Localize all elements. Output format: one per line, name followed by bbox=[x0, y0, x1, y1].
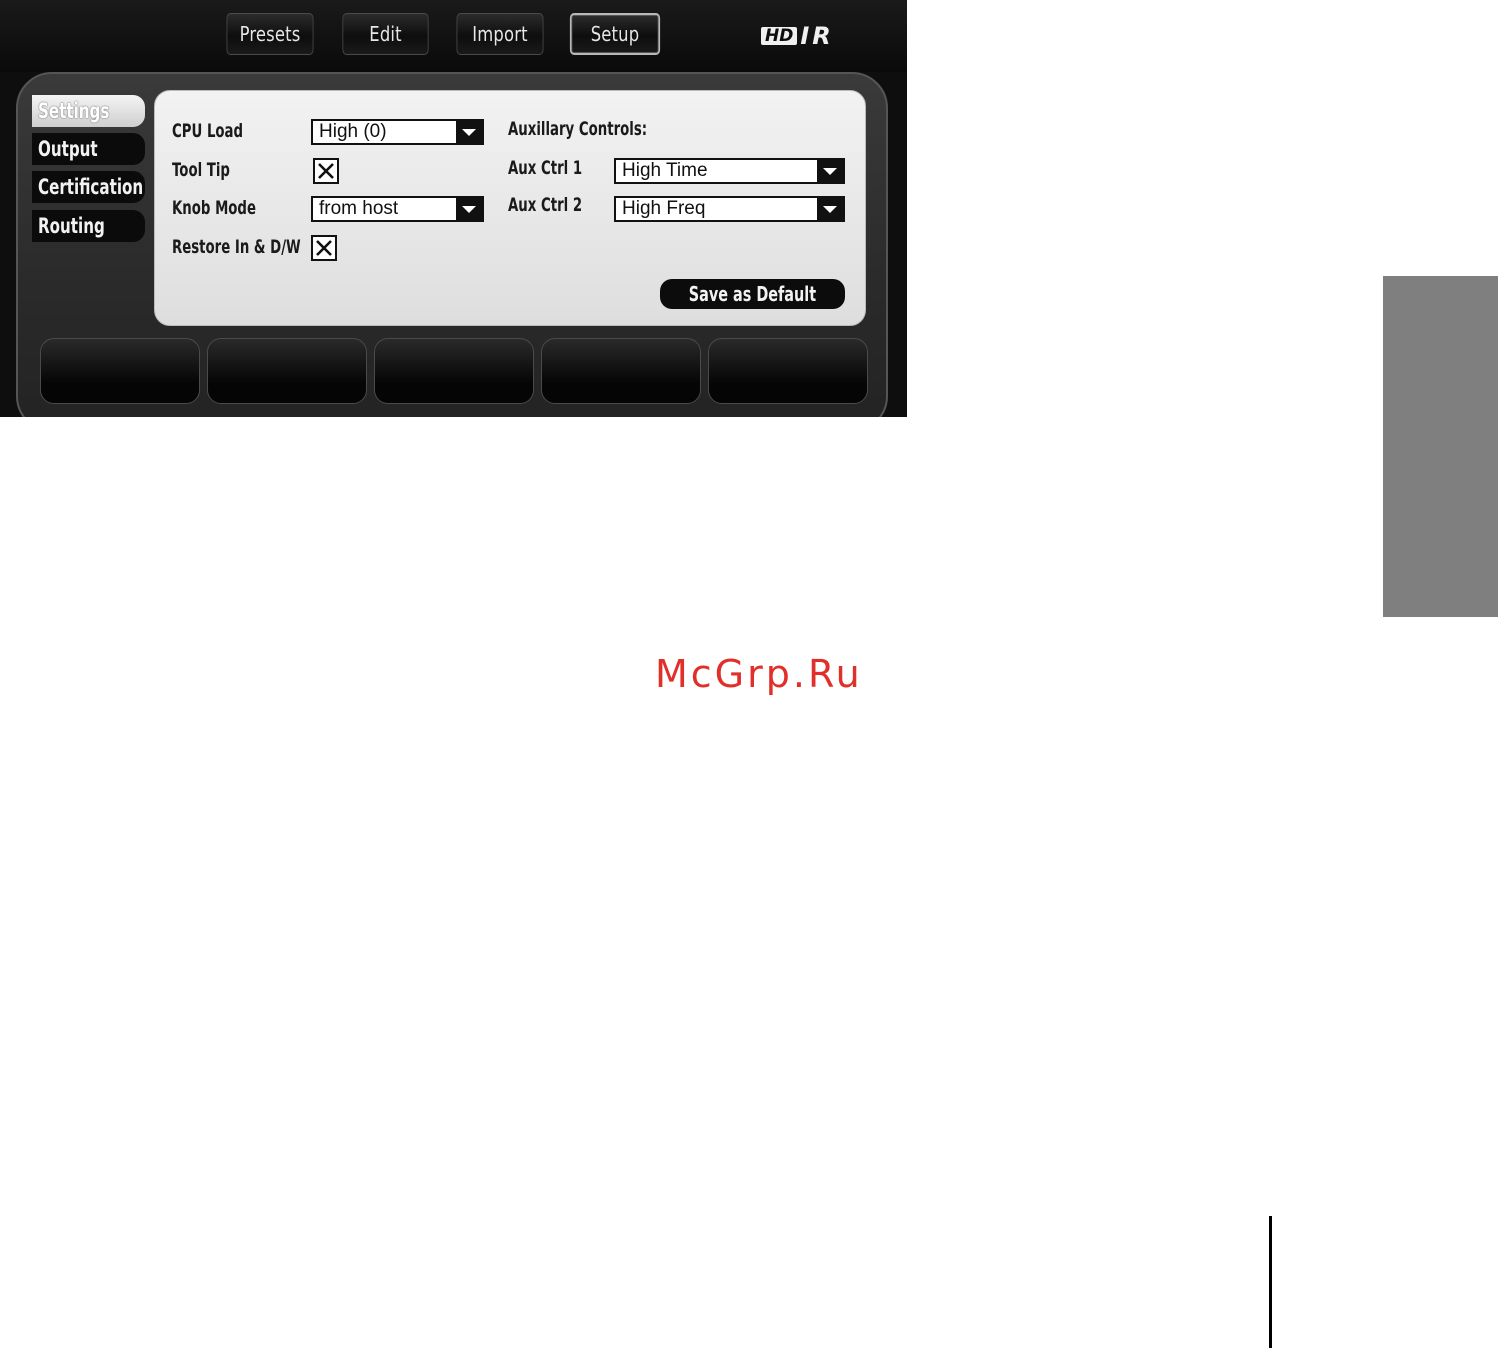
chevron-down-icon bbox=[817, 198, 843, 220]
aux-ctrl-1-label: Aux Ctrl 1 bbox=[508, 157, 583, 179]
cpu-load-select[interactable]: High (0) bbox=[311, 119, 484, 145]
sidebar-item-settings[interactable]: Settings bbox=[32, 95, 145, 127]
aux-ctrl-2-select[interactable]: High Freq bbox=[614, 196, 845, 222]
chevron-down-icon bbox=[456, 121, 482, 143]
plugin-window: Presets Edit Import Setup HD IR Settings… bbox=[0, 0, 907, 417]
bottom-slot-4[interactable] bbox=[541, 338, 701, 404]
sidebar-item-certification[interactable]: Certification bbox=[32, 171, 145, 203]
aux-ctrl-2-label: Aux Ctrl 2 bbox=[508, 194, 583, 216]
page-side-tab bbox=[1383, 276, 1498, 617]
restore-label: Restore In & D/W bbox=[172, 236, 301, 258]
hdir-logo: HD IR bbox=[761, 22, 834, 50]
cpu-load-value: High (0) bbox=[319, 121, 387, 142]
watermark-text: McGrp.Ru bbox=[655, 652, 863, 696]
tab-import[interactable]: Import bbox=[456, 13, 544, 55]
tool-tip-checkbox[interactable] bbox=[313, 158, 339, 184]
restore-checkbox[interactable] bbox=[311, 235, 337, 261]
check-x-icon bbox=[318, 163, 334, 179]
tool-tip-label: Tool Tip bbox=[172, 159, 230, 181]
bottom-slot-1[interactable] bbox=[40, 338, 200, 404]
knob-mode-value: from host bbox=[319, 198, 399, 219]
knob-mode-select[interactable]: from host bbox=[311, 196, 484, 222]
page-rule bbox=[1269, 1216, 1272, 1348]
logo-badge: HD bbox=[761, 27, 798, 45]
bottom-slot-2[interactable] bbox=[207, 338, 367, 404]
aux-controls-heading: Auxillary Controls: bbox=[508, 118, 648, 140]
sidebar-item-output[interactable]: Output bbox=[32, 133, 145, 165]
knob-mode-label: Knob Mode bbox=[172, 197, 256, 219]
aux-ctrl-1-value: High Time bbox=[622, 160, 708, 181]
tab-setup[interactable]: Setup bbox=[569, 13, 661, 55]
logo-text: IR bbox=[800, 22, 834, 50]
chevron-down-icon bbox=[817, 160, 843, 182]
save-as-default-button[interactable]: Save as Default bbox=[660, 279, 845, 309]
tab-edit[interactable]: Edit bbox=[342, 13, 429, 55]
bottom-slot-3[interactable] bbox=[374, 338, 534, 404]
sidebar-item-routing[interactable]: Routing bbox=[32, 210, 145, 242]
aux-ctrl-1-select[interactable]: High Time bbox=[614, 158, 845, 184]
aux-ctrl-2-value: High Freq bbox=[622, 198, 706, 219]
cpu-load-label: CPU Load bbox=[172, 120, 244, 142]
check-x-icon bbox=[316, 240, 332, 256]
tab-presets[interactable]: Presets bbox=[226, 13, 314, 55]
chevron-down-icon bbox=[456, 198, 482, 220]
bottom-slot-5[interactable] bbox=[708, 338, 868, 404]
